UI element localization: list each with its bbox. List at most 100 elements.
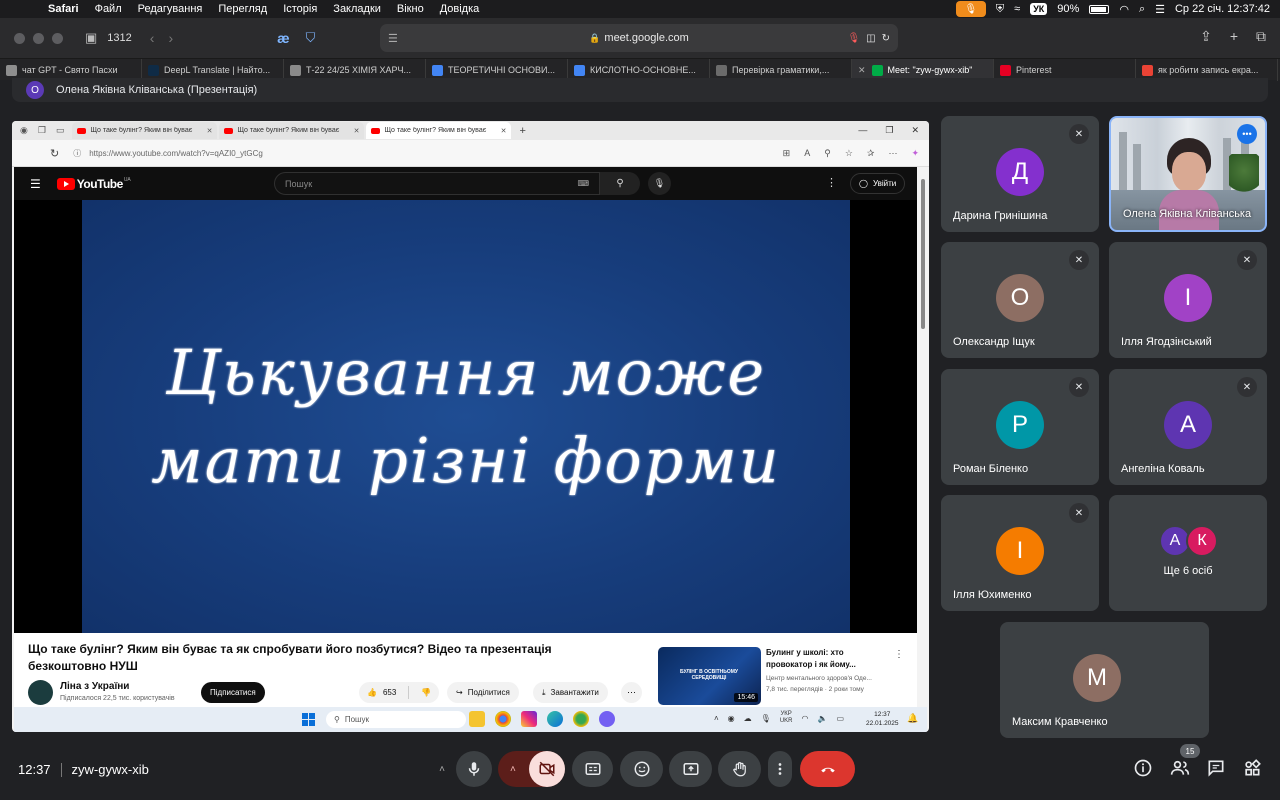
tab-actions-icon[interactable]: ▭ xyxy=(56,125,65,136)
edge-url[interactable]: https://www.youtube.com/watch?v=qAZI0_yt… xyxy=(89,149,263,158)
participant-tile[interactable]: М Максим Кравченко xyxy=(1000,622,1209,738)
extension-ae-icon[interactable]: æ xyxy=(277,30,289,46)
youtube-settings-icon[interactable]: ⋮ xyxy=(826,176,837,189)
subscribe-button[interactable]: Підписатися xyxy=(201,682,265,703)
more-options-button[interactable] xyxy=(768,751,792,787)
participant-tile[interactable]: ✕ І Ілля Юхименко xyxy=(941,495,1099,611)
tray-cloud-icon[interactable]: ☁ xyxy=(744,714,752,723)
workspaces-icon[interactable]: ❐ xyxy=(38,125,46,136)
camera-off-button[interactable] xyxy=(529,751,565,787)
meeting-code[interactable]: zyw-gywx-xib xyxy=(72,762,149,777)
youtube-voice-search-icon[interactable]: 🎙 xyxy=(648,172,671,195)
camera-icon[interactable]: ◫ xyxy=(866,33,875,44)
edge-tab[interactable]: Що таке булінг? Яким він буває ✕ xyxy=(72,122,218,139)
present-screen-button[interactable] xyxy=(669,751,712,787)
menu-bookmarks[interactable]: Закладки xyxy=(325,3,389,15)
tray-volume-icon[interactable]: 🔈 xyxy=(817,714,827,723)
zoom-icon[interactable]: ⚲ xyxy=(824,148,831,159)
minimize-window-button[interactable] xyxy=(33,32,44,44)
chat-button[interactable] xyxy=(1206,758,1226,783)
captions-button[interactable] xyxy=(572,751,613,787)
control-center-icon[interactable]: ☰ xyxy=(1155,3,1165,16)
people-button[interactable] xyxy=(1170,758,1190,783)
reload-icon[interactable]: ↻ xyxy=(882,33,890,44)
more-icon[interactable]: ⋯ xyxy=(888,148,897,159)
page-scrollbar[interactable] xyxy=(919,167,927,727)
download-button[interactable]: ⤓ Завантажити xyxy=(533,682,608,703)
activities-button[interactable] xyxy=(1242,758,1262,783)
windows-start-icon[interactable] xyxy=(302,713,315,726)
others-tile[interactable]: А К Ще 6 осіб xyxy=(1109,495,1267,611)
taskbar-clock[interactable]: 12:37 22.01.2025 xyxy=(866,710,899,728)
favorite-icon[interactable]: ☆ xyxy=(845,148,853,159)
youtube-search-input[interactable]: Пошук ⌨ xyxy=(274,172,600,195)
battery-icon[interactable] xyxy=(1089,4,1110,14)
menu-view[interactable]: Перегляд xyxy=(210,3,275,15)
hamburger-menu-icon[interactable]: ☰ xyxy=(30,177,41,191)
copilot-icon[interactable]: ✦ xyxy=(911,148,919,159)
mic-active-icon[interactable]: 🎙 xyxy=(847,33,860,44)
tray-expand-icon[interactable]: ˄ xyxy=(714,714,719,723)
page-menu-icon[interactable]: ☰ xyxy=(388,32,398,45)
leave-call-button[interactable] xyxy=(800,751,855,787)
edge-tab-active[interactable]: Що таке булінг? Яким він буває ✕ xyxy=(366,122,512,139)
reactions-button[interactable] xyxy=(620,751,663,787)
tray-battery-icon[interactable]: ▭ xyxy=(836,714,844,723)
participant-tile[interactable]: ✕ Д Дарина Гринішина xyxy=(941,116,1099,232)
chrome-profile-icon[interactable] xyxy=(573,711,589,727)
close-window-button[interactable] xyxy=(14,32,25,44)
youtube-signin-button[interactable]: ◯ Увійти xyxy=(850,173,906,194)
read-aloud-icon[interactable]: A xyxy=(804,148,810,159)
address-bar[interactable]: ☰ 🔒 meet.google.com 🎙 ◫ ↻ xyxy=(380,24,898,52)
taskbar-search[interactable]: ⚲ Пошук xyxy=(326,711,466,728)
shield-icon[interactable]: ⛨ xyxy=(996,3,1004,16)
participant-tile[interactable]: ✕ А Ангеліна Коваль xyxy=(1109,369,1267,485)
recommended-more-icon[interactable]: ⋮ xyxy=(894,649,904,660)
tray-app-icon[interactable]: ◉ xyxy=(728,714,735,723)
chrome-icon[interactable] xyxy=(495,711,511,727)
file-explorer-icon[interactable] xyxy=(469,711,485,727)
video-options-caret[interactable]: ˄ xyxy=(510,764,516,775)
restore-icon[interactable]: ❐ xyxy=(885,125,893,136)
instagram-icon[interactable] xyxy=(521,711,537,727)
audio-options-caret[interactable]: ˄ xyxy=(428,751,456,787)
more-actions-button[interactable]: ⋯ xyxy=(621,682,642,703)
new-tab-icon[interactable]: + xyxy=(1230,28,1238,45)
viber-icon[interactable] xyxy=(599,711,615,727)
wifi-icon[interactable]: ◠ xyxy=(1119,3,1129,16)
participant-tile-video[interactable]: ••• Олена Яківна Кліванська xyxy=(1109,116,1267,232)
share-icon[interactable]: ⇪ xyxy=(1200,28,1212,45)
edge-tab[interactable]: Що таке булінг? Яким він буває ✕ xyxy=(219,122,365,139)
tab-overview-icon[interactable]: ⧉ xyxy=(1256,28,1266,45)
profile-icon[interactable]: ◉ xyxy=(20,125,28,136)
like-count[interactable]: 653 xyxy=(383,688,396,697)
keyboard-icon[interactable]: ⌨ xyxy=(577,179,589,188)
share-button[interactable]: ↪ Поділитися xyxy=(447,682,519,703)
app-icon[interactable]: ⊞ xyxy=(783,148,791,159)
extension-shield-icon[interactable]: ⛉ xyxy=(306,30,316,46)
tray-wifi-icon[interactable]: ◠ xyxy=(801,714,808,723)
participant-tile[interactable]: ✕ Р Роман Біленко xyxy=(941,369,1099,485)
menu-app-name[interactable]: Safari xyxy=(40,3,87,15)
zoom-window-button[interactable] xyxy=(52,32,63,44)
menu-edit[interactable]: Редагування xyxy=(130,3,211,15)
microphone-in-use-icon[interactable]: 🎙 xyxy=(955,1,986,17)
back-forward-buttons[interactable]: ‹› xyxy=(150,30,187,46)
tray-mic-icon[interactable]: 🎙 xyxy=(761,714,771,723)
meeting-info-button[interactable] xyxy=(1133,758,1153,783)
tile-options-icon[interactable]: ••• xyxy=(1237,124,1257,144)
raise-hand-button[interactable] xyxy=(718,751,761,787)
notification-bell-icon[interactable]: 🔔 xyxy=(907,713,918,724)
recommended-thumbnail[interactable]: БУЛІНГ В ОСВІТНЬОМУ СЕРЕДОВИЩІ 15:46 xyxy=(658,647,761,705)
participant-tile[interactable]: ✕ О Олександр Іщук xyxy=(941,242,1099,358)
tray-language[interactable]: УКР UKR xyxy=(780,711,793,725)
like-icon[interactable]: 👍 xyxy=(367,688,377,697)
recommended-title[interactable]: Булинг у школі: хто провокатор і як йому… xyxy=(766,647,881,671)
edge-reload-icon[interactable]: ↻ xyxy=(50,147,59,160)
channel-name[interactable]: Ліна з України xyxy=(60,681,129,692)
edge-icon[interactable] xyxy=(547,711,563,727)
close-icon[interactable]: ✕ xyxy=(911,125,919,136)
dislike-icon[interactable]: 👎 xyxy=(421,688,431,697)
minimize-icon[interactable]: — xyxy=(858,125,867,136)
tab-count[interactable]: 1312 xyxy=(107,32,131,44)
